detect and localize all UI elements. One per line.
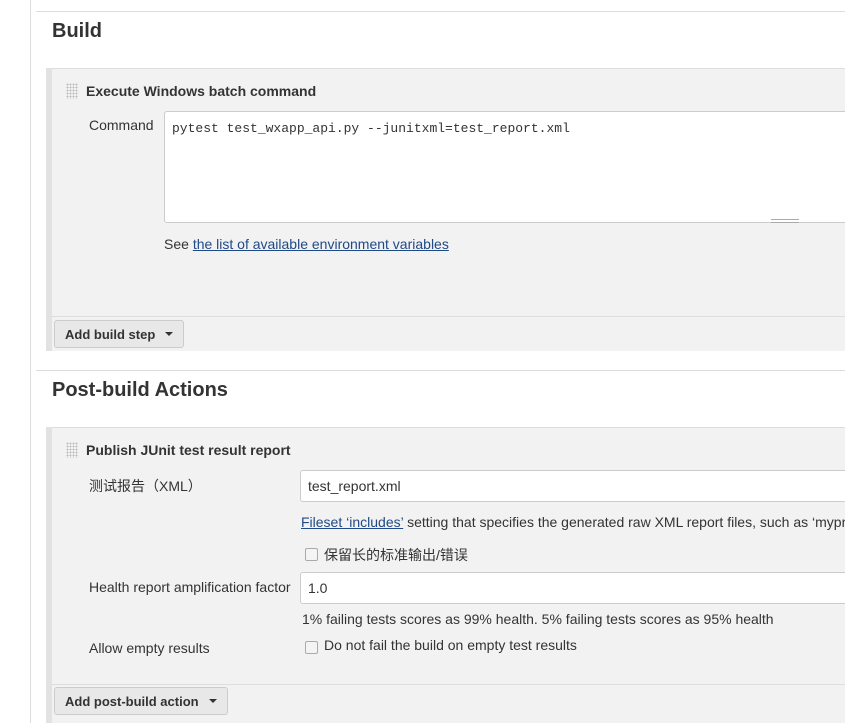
add-build-step-label: Add build step <box>65 326 156 342</box>
section-divider <box>36 11 845 12</box>
add-post-build-action-label: Add post-build action <box>65 693 199 709</box>
xml-label: 测试报告（XML） <box>89 478 202 494</box>
see-text: See <box>164 236 193 252</box>
add-build-step-button[interactable]: Add build step <box>54 320 185 348</box>
build-step-panel: Execute Windows batch command Command py… <box>52 68 845 351</box>
fileset-link[interactable]: Fileset ‘includes’ <box>301 514 403 530</box>
test-report-input[interactable]: test_report.xml <box>300 470 845 502</box>
fileset-text: setting that specifies the generated raw… <box>403 514 845 530</box>
panel-divider <box>52 316 845 317</box>
caret-down-icon <box>208 699 217 703</box>
allow-empty-checkbox[interactable] <box>305 641 318 654</box>
health-factor-input[interactable]: 1.0 <box>300 572 845 604</box>
resize-handle[interactable] <box>771 219 799 223</box>
command-label: Command <box>89 117 154 133</box>
allow-empty-label: Allow empty results <box>89 640 210 656</box>
caret-down-icon <box>165 332 174 336</box>
build-heading: Build <box>52 20 102 42</box>
drag-handle-icon[interactable] <box>66 83 78 99</box>
env-help: See the list of available environment va… <box>164 236 449 252</box>
drag-handle-icon[interactable] <box>66 442 78 458</box>
command-text: pytest test_wxapp_api.py --junitxml=test… <box>172 121 570 136</box>
panel-divider <box>52 684 845 685</box>
page-border <box>30 0 31 723</box>
junit-step-panel: Publish JUnit test result report 测试报告（XM… <box>52 427 845 723</box>
add-post-build-action-button[interactable]: Add post-build action <box>54 687 228 715</box>
health-factor-value: 1.0 <box>308 580 328 596</box>
command-textarea[interactable]: pytest test_wxapp_api.py --junitxml=test… <box>164 111 845 223</box>
post-build-heading: Post-build Actions <box>52 379 228 401</box>
fileset-help: Fileset ‘includes’ setting that specifie… <box>301 514 845 530</box>
allow-empty-checkbox-label: Do not fail the build on empty test resu… <box>324 637 577 653</box>
retain-output-checkbox[interactable] <box>305 548 318 561</box>
env-variables-link[interactable]: the list of available environment variab… <box>193 236 449 252</box>
build-step-title: Execute Windows batch command <box>86 83 317 99</box>
retain-output-label: 保留长的标准输出/错误 <box>324 547 468 563</box>
health-label: Health report amplification factor <box>89 579 291 595</box>
junit-step-title: Publish JUnit test result report <box>86 442 291 458</box>
section-divider <box>36 370 845 371</box>
test-report-value: test_report.xml <box>308 478 401 494</box>
health-help: 1% failing tests scores as 99% health. 5… <box>302 611 774 627</box>
